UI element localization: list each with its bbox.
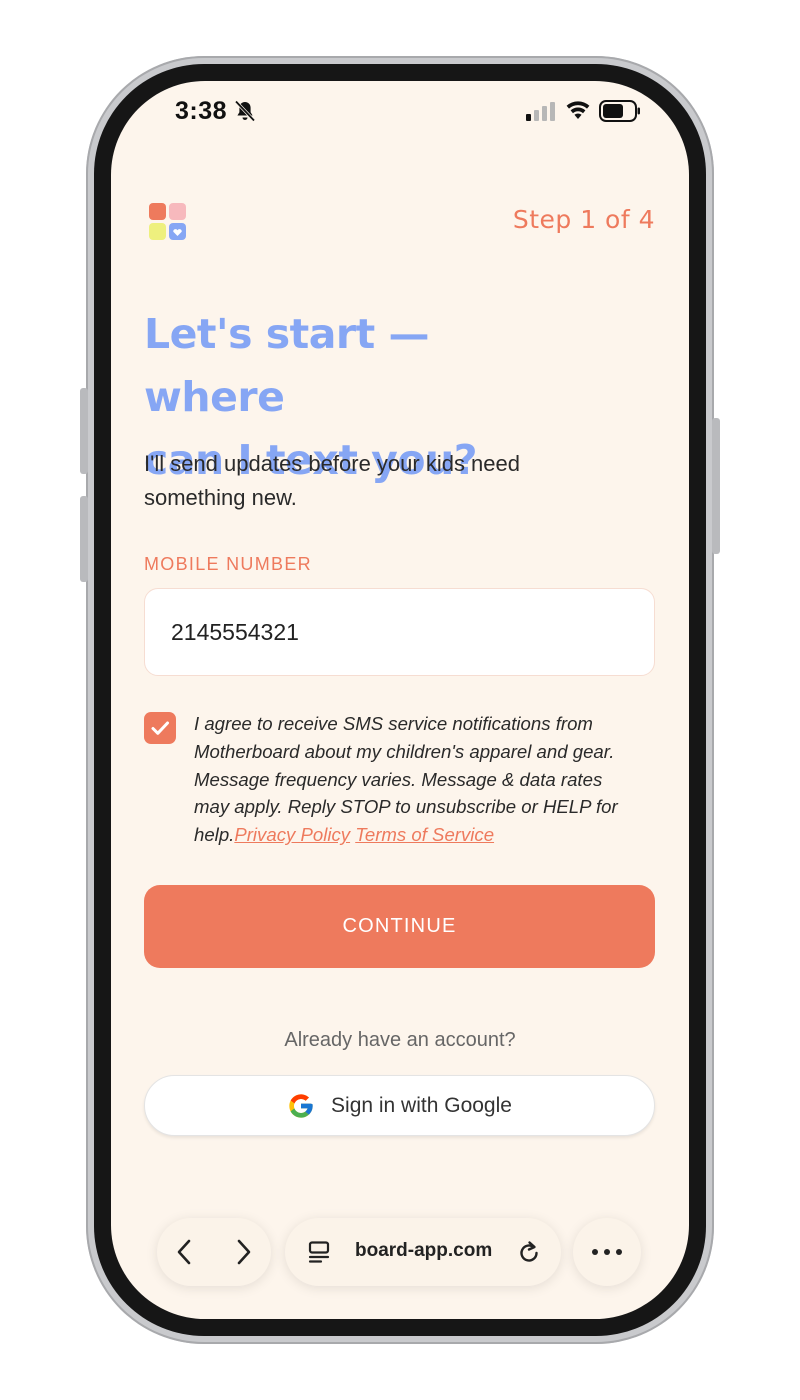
more-icon [592, 1249, 622, 1255]
consent-line: Motherboard about my children's apparel … [194, 740, 615, 762]
phone-screen: 3:38 Step 1 of 4 Let's start — where can… [111, 81, 689, 1319]
consent-line: may apply. Reply STOP to unsubscribe or … [194, 796, 618, 818]
url-text: board-app.com [355, 1240, 493, 1261]
mobile-number-label: MOBILE NUMBER [144, 554, 312, 574]
google-sign-in-label: Sign in with Google [331, 1093, 512, 1117]
privacy-policy-link[interactable]: Privacy Policy [234, 824, 350, 845]
sms-consent-checkbox[interactable] [144, 712, 176, 744]
browser-nav-controls [157, 1218, 271, 1286]
wifi-icon [566, 101, 590, 119]
phone-side-button [80, 388, 88, 474]
checkmark-icon [151, 721, 169, 735]
more-options-button[interactable] [573, 1218, 641, 1286]
forward-icon[interactable] [231, 1237, 255, 1267]
consent-line: help.Privacy Policy Terms of Service [194, 821, 644, 849]
address-bar[interactable]: board-app.com [285, 1218, 561, 1286]
consent-line: I agree to receive SMS service notificat… [194, 713, 593, 734]
consent-line-text: help. [194, 824, 235, 846]
signal-icon [526, 102, 555, 121]
bell-muted-icon [234, 100, 256, 122]
consent-text: I agree to receive SMS service notificat… [194, 710, 644, 849]
title-line: Let's start — where [144, 310, 430, 421]
google-sign-in-button[interactable]: Sign in with Google [144, 1075, 655, 1136]
consent-line: Message frequency varies. Message & data… [194, 768, 603, 790]
subtitle: I'll send updates before your kids need … [144, 447, 584, 515]
continue-button[interactable]: CONTINUE [144, 885, 655, 968]
phone-side-button [80, 496, 88, 582]
battery-icon [599, 100, 640, 122]
subtitle-line: I'll send updates before your kids need [144, 451, 520, 476]
phone-power-button [712, 418, 720, 554]
step-indicator: Step 1 of 4 [512, 205, 655, 234]
reload-icon[interactable] [516, 1239, 542, 1265]
status-time: 3:38 [175, 97, 228, 125]
terms-of-service-link[interactable]: Terms of Service [355, 824, 494, 845]
app-logo-icon [149, 203, 186, 240]
tab-icon[interactable] [307, 1240, 331, 1264]
back-icon[interactable] [173, 1237, 197, 1267]
subtitle-line: something new. [144, 485, 297, 510]
mobile-number-input[interactable] [144, 588, 655, 676]
already-have-account-text: Already have an account? [284, 1029, 516, 1051]
google-icon [289, 1093, 313, 1118]
